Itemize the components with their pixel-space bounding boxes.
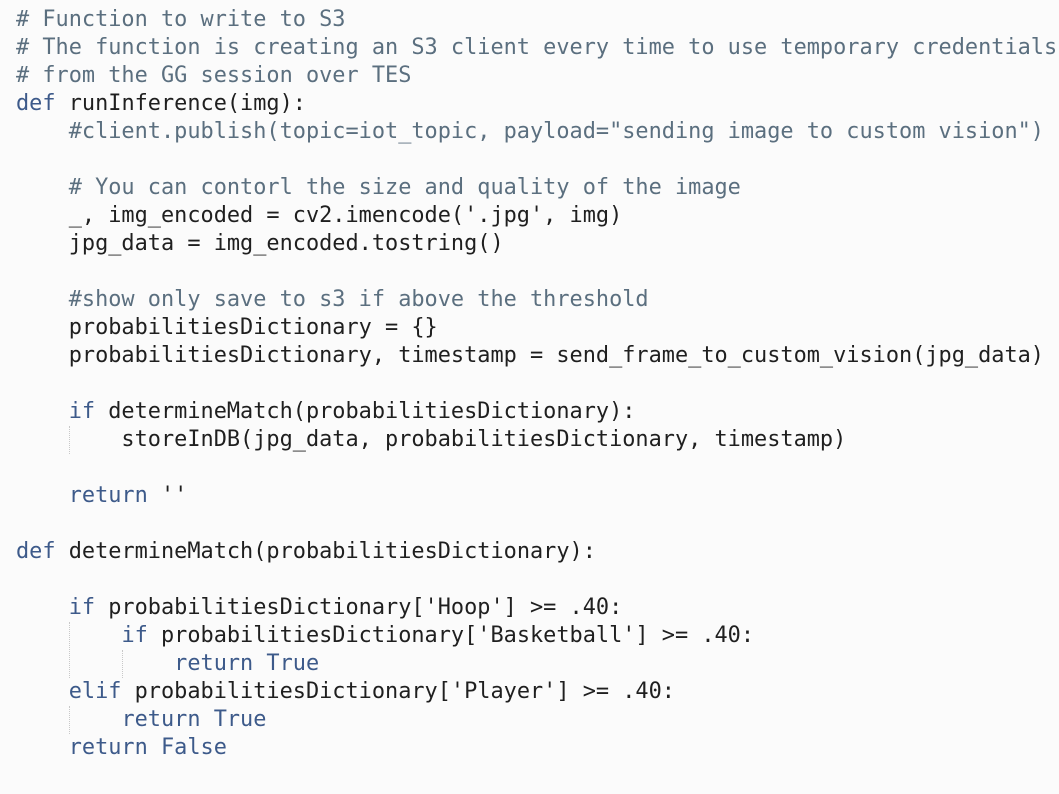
code-line: def determineMatch(probabilitiesDictiona… xyxy=(16,538,596,566)
keyword-token: if xyxy=(68,595,96,620)
code-text: elif probabilitiesDictionary['Player'] >… xyxy=(68,679,675,704)
code-text: return '' xyxy=(68,483,188,508)
code-text: if probabilitiesDictionary['Basketball']… xyxy=(121,623,755,648)
keyword-token: False xyxy=(160,735,227,760)
code-text: #show only save to s3 if above the thres… xyxy=(16,287,649,312)
code-text: if probabilitiesDictionary['Hoop'] >= .4… xyxy=(68,595,623,620)
code-text: #client.publish(topic=iot_topic, payload… xyxy=(16,119,1044,144)
keyword-token: if xyxy=(121,623,148,648)
code-text: _, img_encoded = cv2.imencode('.jpg', im… xyxy=(16,203,623,228)
keyword-token: if xyxy=(68,399,96,424)
code-line: storeInDB(jpg_data, probabilitiesDiction… xyxy=(16,426,846,454)
keyword-token: return xyxy=(68,483,148,508)
code-line: def runInference(img): xyxy=(16,90,306,118)
code-text: probabilitiesDictionary, timestamp = sen… xyxy=(16,343,1044,368)
code-line: probabilitiesDictionary, timestamp = sen… xyxy=(16,342,1044,370)
code-line: if probabilitiesDictionary['Hoop'] >= .4… xyxy=(16,594,623,622)
code-line: # Function to write to S3 xyxy=(16,6,345,34)
keyword-token: elif xyxy=(68,679,122,704)
code-line: #show only save to s3 if above the thres… xyxy=(16,286,649,314)
code-line: # from the GG session over TES xyxy=(16,62,411,90)
code-line: return True xyxy=(16,706,266,734)
code-line: # The function is creating an S3 client … xyxy=(16,34,1057,62)
code-line: if determineMatch(probabilitiesDictionar… xyxy=(16,398,636,426)
keyword-token: return xyxy=(174,651,254,676)
code-text: return False xyxy=(16,735,227,760)
code-text: if determineMatch(probabilitiesDictionar… xyxy=(68,399,636,424)
code-line: _, img_encoded = cv2.imencode('.jpg', im… xyxy=(16,202,623,230)
code-text: # The function is creating an S3 client … xyxy=(16,35,1058,60)
keyword-token: def xyxy=(16,91,56,116)
code-text: probabilitiesDictionary = {} xyxy=(16,315,438,340)
keyword-token: return xyxy=(121,707,201,732)
keyword-token: def xyxy=(16,539,56,564)
code-line: return '' xyxy=(16,482,188,510)
code-line: probabilitiesDictionary = {} xyxy=(16,314,438,342)
code-text: return True xyxy=(16,651,319,676)
code-text: def runInference(img): xyxy=(16,91,306,116)
code-editor[interactable]: # Function to write to S3 # The function… xyxy=(0,0,1059,794)
code-line: jpg_data = img_encoded.tostring() xyxy=(16,230,504,258)
code-line: # You can contorl the size and quality o… xyxy=(16,174,741,202)
keyword-token: return xyxy=(68,735,148,760)
code-text: storeInDB(jpg_data, probabilitiesDiction… xyxy=(16,427,847,452)
code-line: if probabilitiesDictionary['Basketball']… xyxy=(16,622,754,650)
code-text: return True xyxy=(16,707,266,732)
code-text: jpg_data = img_encoded.tostring() xyxy=(16,231,504,256)
code-text: # Function to write to S3 xyxy=(16,7,346,32)
keyword-token: True xyxy=(213,707,267,732)
code-line: elif probabilitiesDictionary['Player'] >… xyxy=(16,678,675,706)
code-line: return True xyxy=(16,650,319,678)
code-line: return False xyxy=(16,734,227,762)
keyword-token: True xyxy=(266,651,320,676)
code-text: # from the GG session over TES xyxy=(16,63,412,88)
code-text: # You can contorl the size and quality o… xyxy=(16,175,741,200)
code-text: def determineMatch(probabilitiesDictiona… xyxy=(16,539,596,564)
code-line: #client.publish(topic=iot_topic, payload… xyxy=(16,118,1044,146)
